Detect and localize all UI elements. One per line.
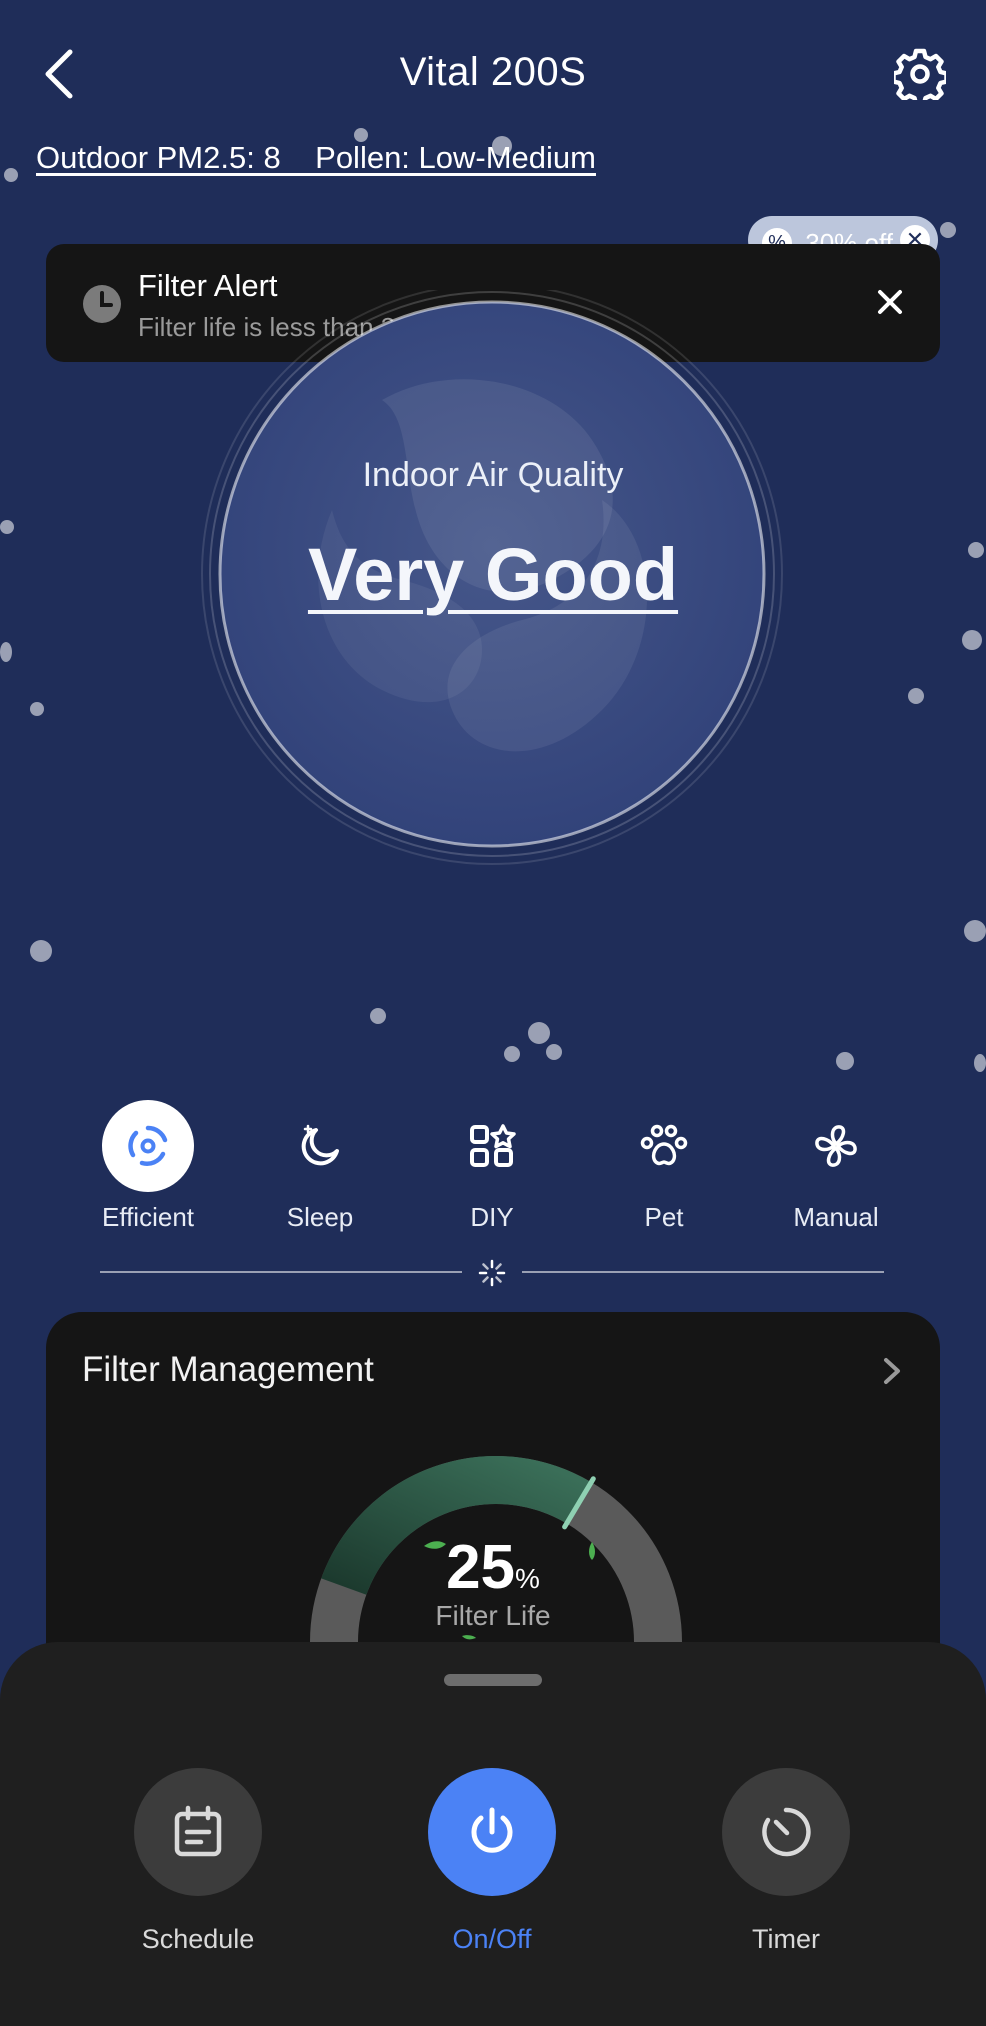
mode-label: Efficient xyxy=(101,1202,194,1232)
divider xyxy=(100,1271,462,1273)
fan-icon xyxy=(815,1125,857,1167)
power-icon-container xyxy=(428,1768,556,1896)
air-quality-label: Indoor Air Quality xyxy=(362,456,624,494)
mode-efficient[interactable]: Efficient xyxy=(62,1098,234,1238)
schedule-button[interactable]: Schedule xyxy=(98,1768,298,1968)
mode-sleep[interactable]: Sleep xyxy=(234,1098,406,1238)
sheet-drag-handle[interactable] xyxy=(444,1674,542,1686)
close-icon[interactable] xyxy=(870,282,910,322)
background-dot xyxy=(964,920,986,942)
schedule-label: Schedule xyxy=(141,1924,255,1954)
mode-label: DIY xyxy=(470,1202,514,1232)
background-dot xyxy=(30,702,44,716)
mode-manual[interactable]: Manual xyxy=(750,1098,922,1238)
background-dot xyxy=(940,222,956,238)
background-dot xyxy=(546,1044,562,1060)
background-dot xyxy=(962,630,982,650)
timer-label: Timer xyxy=(752,1924,820,1954)
filter-life-number: 25 xyxy=(446,1533,516,1602)
mode-selector: Efficient Sleep DIY Pet Manual xyxy=(62,1098,924,1238)
background-dot xyxy=(504,1046,520,1062)
air-quality-value[interactable]: Very Good xyxy=(0,532,986,617)
bottom-control-sheet: Schedule On/Off Timer xyxy=(0,1642,986,2026)
settings-button[interactable] xyxy=(891,48,949,107)
background-dot xyxy=(974,1054,986,1072)
loading-spinner-icon xyxy=(478,1259,506,1287)
background-dot xyxy=(370,1008,386,1024)
background-dot xyxy=(30,940,52,962)
timer-icon-container xyxy=(722,1768,850,1896)
timer-icon xyxy=(762,1807,811,1857)
power-button[interactable]: On/Off xyxy=(392,1768,592,1968)
clock-icon xyxy=(83,285,121,323)
moon-icon xyxy=(301,1124,339,1166)
background-dot xyxy=(908,688,924,704)
header: Vital 200S xyxy=(0,0,986,150)
mode-diy[interactable]: DIY xyxy=(406,1098,578,1238)
background-dot xyxy=(0,642,12,662)
filter-life-value: 25% xyxy=(46,1532,940,1603)
calendar-icon xyxy=(174,1805,222,1857)
mode-label: Sleep xyxy=(286,1202,354,1232)
filter-life-label: Filter Life xyxy=(435,1600,551,1631)
filter-life-unit: % xyxy=(515,1563,540,1594)
page-title: Vital 200S xyxy=(399,50,587,94)
gear-icon xyxy=(891,48,949,107)
manual-icon-container xyxy=(790,1100,882,1192)
paw-icon xyxy=(640,1124,688,1166)
timer-button[interactable]: Timer xyxy=(686,1768,886,1968)
mode-label: Pet xyxy=(644,1202,684,1232)
background-dot xyxy=(528,1022,550,1044)
mode-label: Manual xyxy=(793,1202,879,1232)
sleep-icon-container xyxy=(274,1100,366,1192)
mode-pet[interactable]: Pet xyxy=(578,1098,750,1238)
efficient-icon-container xyxy=(102,1100,194,1192)
chevron-right-icon[interactable] xyxy=(878,1356,904,1386)
card-title: Filter Management xyxy=(82,1350,374,1389)
diy-grid-icon xyxy=(470,1124,516,1167)
pet-icon-container xyxy=(618,1100,710,1192)
power-icon xyxy=(471,1807,513,1853)
power-label: On/Off xyxy=(452,1924,532,1954)
divider xyxy=(522,1271,884,1273)
background-dot xyxy=(836,1052,854,1070)
background-dot xyxy=(4,168,18,182)
efficient-icon xyxy=(128,1125,168,1166)
schedule-icon-container xyxy=(134,1768,262,1896)
diy-icon-container xyxy=(446,1100,538,1192)
outdoor-air-link[interactable]: Outdoor PM2.5: 8 Pollen: Low-Medium xyxy=(36,140,596,176)
